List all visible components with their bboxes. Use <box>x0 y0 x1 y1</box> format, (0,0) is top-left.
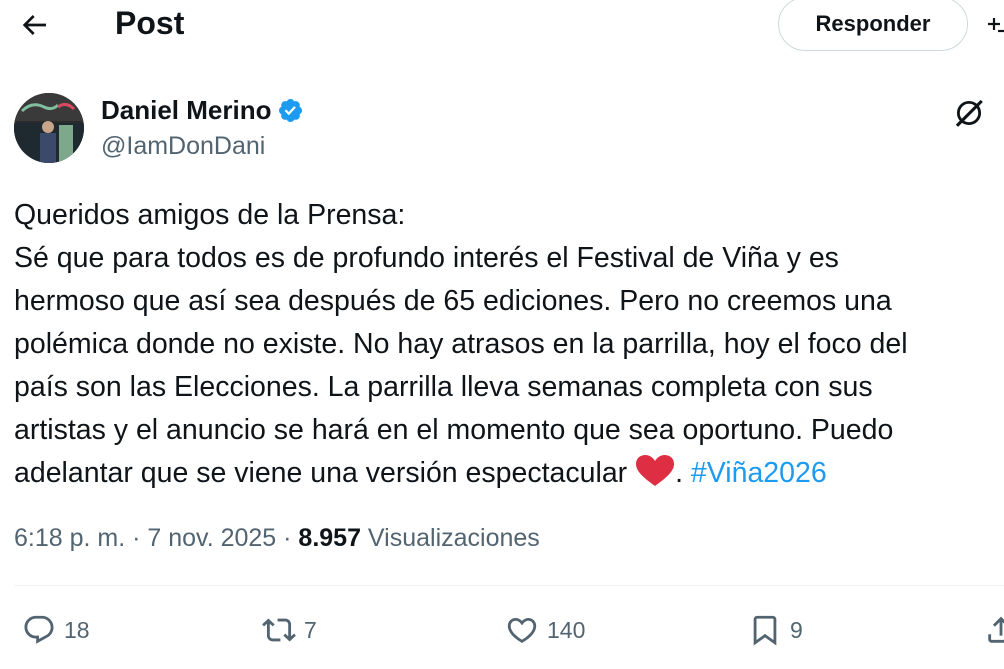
back-arrow-icon[interactable] <box>18 9 50 41</box>
reply-icon <box>24 615 54 644</box>
reply-action[interactable]: 18 <box>22 608 90 652</box>
bookmark-count: 9 <box>790 616 803 643</box>
tweet-line-text: adelantar que se viene una versión espec… <box>14 457 628 489</box>
post-date[interactable]: 7 nov. 2025 <box>147 524 276 552</box>
tweet-line: artistas y el anuncio se hará en el mome… <box>14 414 894 446</box>
verified-badge-icon <box>279 98 303 122</box>
bookmark-icon <box>753 615 777 646</box>
like-count: 140 <box>547 616 586 643</box>
author-handle[interactable]: @IamDonDani <box>101 131 265 161</box>
red-heart-emoji-icon <box>636 455 675 486</box>
heart-icon <box>507 617 537 643</box>
avatar[interactable] <box>14 93 84 163</box>
like-action[interactable]: 140 <box>505 608 585 652</box>
author-name[interactable]: Daniel Merino <box>101 94 304 126</box>
hashtag-link[interactable]: #Viña2026 <box>691 457 827 489</box>
tweet-line: polémica donde no existe. No hay atrasos… <box>14 328 908 360</box>
repost-count: 7 <box>304 616 317 643</box>
page-title: Post <box>115 5 185 41</box>
share-action[interactable] <box>984 608 1004 652</box>
action-bar: 18 7 140 9 <box>0 608 1004 652</box>
tweet-line: país son las Elecciones. La parrilla lle… <box>14 371 873 403</box>
more-options-icon[interactable] <box>984 14 1004 38</box>
share-icon <box>988 616 1004 643</box>
views-count: 8.957 <box>298 524 361 552</box>
bookmark-action[interactable]: 9 <box>748 608 803 652</box>
tweet-last-line: adelantar que se viene una versión espec… <box>14 452 1004 495</box>
repost-action[interactable]: 7 <box>262 608 317 652</box>
reply-button[interactable]: Responder <box>778 0 968 51</box>
post-time[interactable]: 6:18 p. m. <box>14 524 125 552</box>
repost-icon <box>262 618 296 642</box>
punctuation: . <box>675 457 691 489</box>
tweet-text: Queridos amigos de la Prensa: Sé que par… <box>14 194 1004 495</box>
views-label: Visualizaciones <box>360 524 540 552</box>
top-bar: Post Responder <box>0 0 1004 52</box>
reply-count: 18 <box>64 616 90 643</box>
tweet-line: Sé que para todos es de profundo interés… <box>14 242 839 274</box>
tweet-line: Queridos amigos de la Prensa: <box>14 199 406 231</box>
tweet-meta: 6:18 p. m. · 7 nov. 2025 · 8.957 Visuali… <box>14 521 540 555</box>
separator: · <box>125 524 148 552</box>
separator: · <box>276 524 299 552</box>
grok-icon[interactable] <box>952 96 986 130</box>
author-name-text[interactable]: Daniel Merino <box>101 94 271 126</box>
tweet-line: hermoso que así sea después de 65 edicio… <box>14 285 892 317</box>
divider <box>14 585 1004 586</box>
